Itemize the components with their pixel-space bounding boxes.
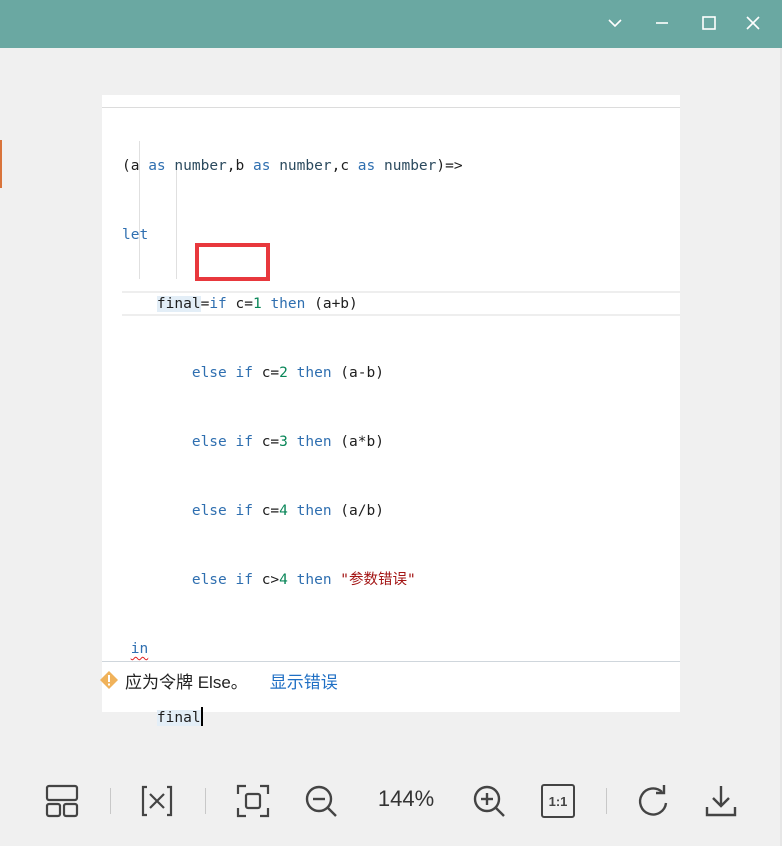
editor-top-border — [102, 107, 680, 108]
maximize-icon[interactable] — [694, 8, 724, 38]
code-line-7: else if c>4 then "参数错误" — [191, 572, 416, 588]
layout-icon[interactable] — [43, 782, 81, 820]
download-icon[interactable] — [702, 782, 740, 820]
toolbar-separator — [606, 788, 607, 814]
code-line-8: in — [122, 638, 463, 661]
image-viewer-canvas: (a as number,b as number,c as number)=> … — [100, 95, 680, 726]
actual-size-label: 1:1 — [541, 784, 575, 818]
text-caret — [200, 707, 203, 726]
error-squiggle: in — [130, 641, 149, 657]
zoom-level: 144% — [377, 786, 435, 811]
actual-size-icon[interactable]: 1:1 — [539, 782, 577, 820]
code-line-5: else if c=3 then (a*b) — [191, 434, 384, 450]
code-line-1: (a as number,b as number,c as number)=> — [122, 158, 463, 174]
close-icon[interactable] — [738, 8, 768, 38]
title-bar — [0, 0, 782, 48]
fit-screen-icon[interactable] — [234, 782, 272, 820]
status-divider — [102, 661, 680, 662]
viewer-toolbar: 144% 1:1 — [0, 770, 782, 832]
zoom-in-icon[interactable] — [470, 782, 508, 820]
minimize-icon[interactable] — [647, 8, 677, 38]
warning-diamond-icon — [100, 671, 118, 689]
error-message: 应为令牌 Else。 — [125, 672, 248, 692]
code-line-4: else if c=2 then (a-b) — [191, 365, 384, 381]
rotate-icon[interactable] — [635, 782, 673, 820]
show-errors-link[interactable]: 显示错误 — [270, 668, 338, 693]
code-line-3: final=if c=1 then (a+b) — [156, 296, 358, 312]
highlight-annotation-box — [195, 243, 270, 281]
zoom-out-icon[interactable] — [302, 782, 340, 820]
toolbar-separator — [205, 788, 206, 814]
error-status-bar: 应为令牌 Else。 显示错误 — [100, 667, 338, 693]
code-line-2: let — [122, 227, 149, 243]
formula-icon[interactable] — [138, 782, 176, 820]
toolbar-separator — [110, 788, 111, 814]
background-window-edge — [0, 140, 2, 188]
code-line-6: else if c=4 then (a/b) — [191, 503, 384, 519]
code-line-9: final — [122, 707, 463, 730]
chevron-down-icon[interactable] — [600, 8, 630, 38]
